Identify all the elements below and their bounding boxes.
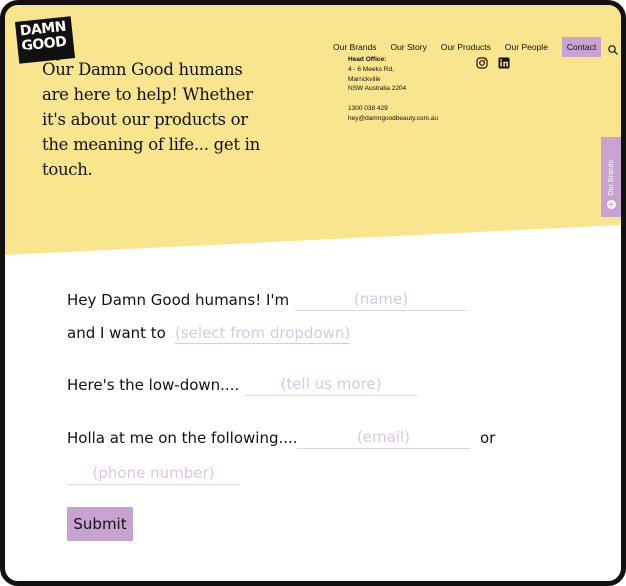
holla-text: Holla at me on the following.... (67, 429, 298, 447)
submit-button[interactable]: Submit (67, 507, 133, 541)
plus-icon: + (606, 200, 616, 209)
email-input[interactable] (297, 425, 470, 449)
social-links (476, 54, 520, 69)
office-email[interactable]: hey@damngoodbeauty.com.au (348, 114, 478, 124)
search-icon[interactable] (607, 41, 619, 55)
office-phone[interactable]: 1300 038 429 (348, 104, 478, 114)
nav-our-story[interactable]: Our Story (390, 42, 426, 52)
linkedin-icon[interactable] (498, 54, 510, 69)
nav-our-brands[interactable]: Our Brands (333, 42, 376, 52)
head-office-info: Head Office: 4 - 6 Meeks Rd, Marrickvill… (348, 55, 478, 124)
low-down-text: Here's the low-down.... (67, 376, 240, 394)
hero-headline: Our Damn Good humans are here to help! W… (42, 60, 260, 179)
nav-contact[interactable]: Contact (561, 37, 602, 57)
or-text: or (480, 429, 496, 447)
want-to-text: and I want to (67, 324, 166, 342)
office-gap (348, 94, 478, 104)
side-tab-label: Our Brands (607, 160, 615, 196)
office-address-line1: 4 - 6 Meeks Rd, (348, 65, 394, 73)
instagram-icon[interactable] (476, 54, 488, 69)
name-input[interactable] (295, 287, 467, 311)
office-label: Head Office: (348, 56, 387, 63)
phone-input[interactable] (67, 461, 240, 485)
office-address-line2: Marrickville (348, 75, 381, 83)
nav-our-products[interactable]: Our Products (441, 42, 491, 52)
our-brands-side-tab[interactable]: Our Brands + (601, 137, 621, 217)
message-input[interactable] (245, 372, 417, 396)
form-intro-text: Hey Damn Good humans! I'm (67, 291, 290, 309)
office-address-line3: NSW Australia 2204 (348, 85, 407, 93)
purpose-dropdown[interactable]: (select from dropdown) (175, 324, 351, 344)
nav-our-people[interactable]: Our People (505, 42, 548, 52)
browser-frame: DAMN GOOD Beauty Our Brands Our Story Ou… (0, 0, 626, 586)
